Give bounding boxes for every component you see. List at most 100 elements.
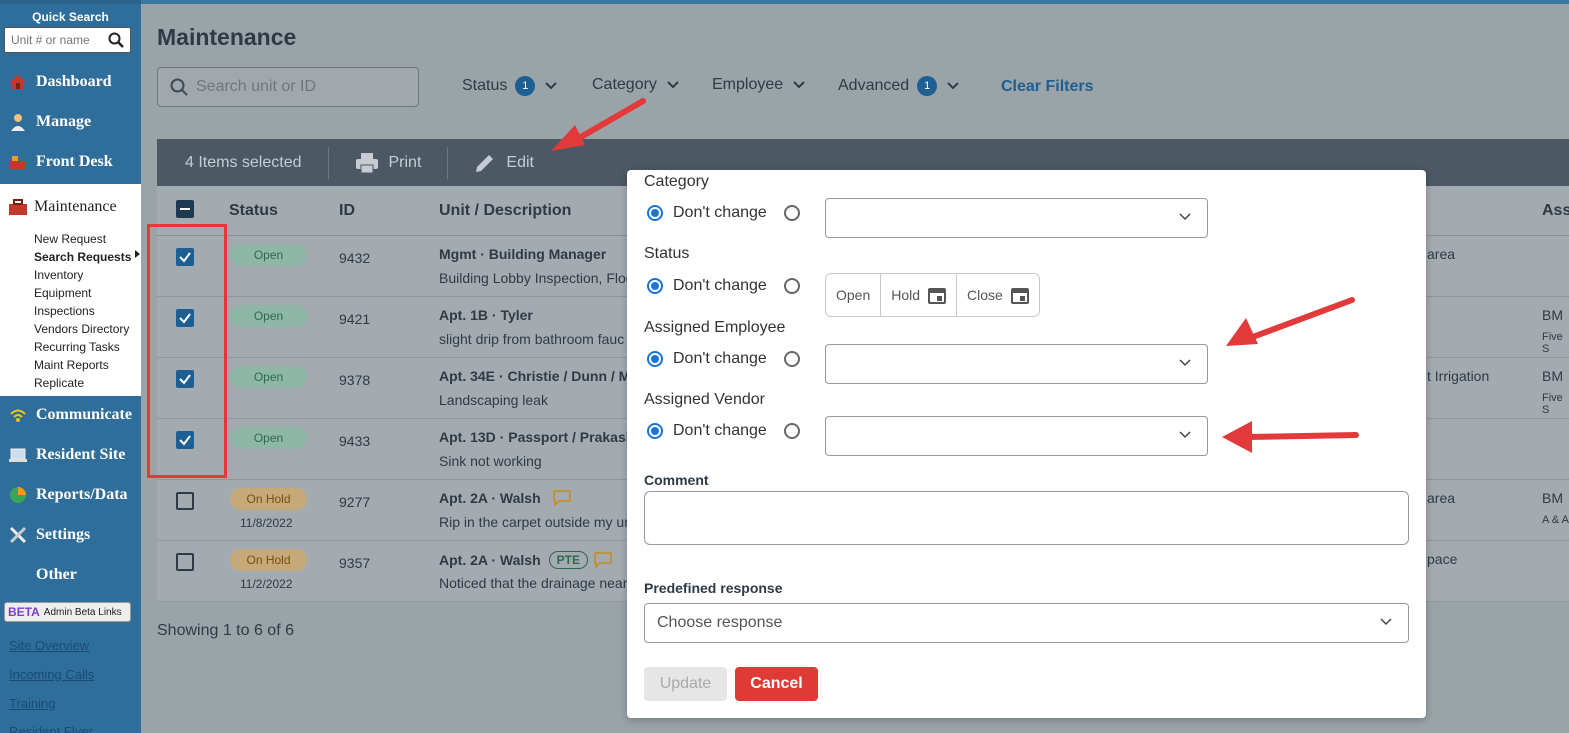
selected-count: 4 Items selected (185, 153, 302, 171)
update-button[interactable]: Update (644, 667, 727, 701)
status-segmented-control: Open Hold Close (825, 273, 1040, 317)
pte-badge: PTE (548, 551, 588, 569)
vendor-dont-change-radio[interactable] (647, 423, 663, 439)
vendor-change-radio[interactable] (784, 423, 800, 439)
filter-advanced-label: Advanced (838, 77, 910, 94)
print-button[interactable]: Print (355, 152, 421, 174)
sub-equipment[interactable]: Equipment (0, 284, 141, 302)
col-id[interactable]: ID (339, 202, 355, 220)
row-desc: Rip in the carpet outside my ur (439, 514, 629, 530)
quick-search-title: Quick Search (32, 10, 109, 24)
search-field[interactable] (157, 67, 419, 107)
employee-change-radio[interactable] (784, 351, 800, 367)
quick-search-box[interactable] (4, 27, 131, 53)
category-select[interactable] (825, 198, 1208, 238)
sub-inventory[interactable]: Inventory (0, 266, 141, 284)
nav-dashboard-label: Dashboard (36, 73, 112, 90)
filter-status[interactable]: Status 1 (462, 76, 558, 96)
row-title[interactable]: Mgmt · Building Manager (439, 246, 606, 262)
row-id: 9277 (339, 494, 371, 510)
sub-maint-reports[interactable]: Maint Reports (0, 356, 141, 374)
comment-icon[interactable] (552, 490, 571, 506)
toolbox-icon (9, 199, 27, 215)
row-title-wrap[interactable]: Apt. 2A · Walsh PTE (439, 551, 612, 569)
link-resident-flyer[interactable]: Resident Flyer (9, 724, 93, 733)
employee-select[interactable] (825, 344, 1208, 384)
chevron-down-icon (793, 81, 805, 89)
filter-category-label: Category (592, 76, 657, 93)
row-desc: Sink not working (439, 453, 542, 469)
status-badge: Open (230, 366, 307, 388)
sub-recurring-tasks[interactable]: Recurring Tasks (0, 338, 141, 356)
chevron-down-icon (1380, 618, 1392, 626)
status-open-label: Open (836, 287, 871, 303)
tools-icon (9, 526, 27, 544)
nav-resident-site[interactable]: Resident Site (0, 436, 141, 474)
nav-reports-data[interactable]: Reports/Data (0, 476, 141, 514)
filter-category[interactable]: Category (592, 76, 679, 94)
link-training[interactable]: Training (9, 696, 55, 711)
nav-settings[interactable]: Settings (0, 516, 141, 554)
row-title-wrap[interactable]: Apt. 2A · Walsh (439, 490, 571, 506)
annotation-arrow-vendor (1222, 421, 1359, 453)
nav-front-desk[interactable]: Front Desk (0, 143, 141, 181)
sub-inspections[interactable]: Inspections (0, 302, 141, 320)
quick-search-input[interactable] (11, 33, 107, 47)
calendar-icon[interactable] (1010, 286, 1029, 304)
cancel-button[interactable]: Cancel (735, 667, 818, 701)
sub-vendors-directory[interactable]: Vendors Directory (0, 320, 141, 338)
link-site-overview[interactable]: Site Overview (9, 638, 89, 653)
pie-chart-icon (10, 487, 26, 503)
link-incoming-calls[interactable]: Incoming Calls (9, 667, 94, 682)
wifi-icon (10, 409, 26, 422)
filter-advanced[interactable]: Advanced 1 (838, 76, 959, 96)
printer-icon (355, 152, 378, 173)
col-status[interactable]: Status (229, 202, 278, 220)
status-change-radio[interactable] (784, 278, 800, 294)
nav-resident-site-label: Resident Site (36, 446, 126, 463)
comment-textarea[interactable] (644, 491, 1409, 545)
edit-button[interactable]: Edit (474, 152, 534, 174)
sub-new-request[interactable]: New Request (0, 230, 141, 248)
clear-filters-link[interactable]: Clear Filters (1001, 78, 1093, 96)
nav-dashboard[interactable]: Dashboard (0, 63, 141, 101)
status-hold-option[interactable]: Hold (881, 274, 958, 316)
search-icon[interactable] (108, 32, 124, 48)
calendar-icon[interactable] (928, 286, 947, 304)
person-icon (11, 114, 25, 131)
nav-maintenance[interactable]: Maintenance (0, 184, 141, 230)
status-open-option[interactable]: Open (826, 274, 882, 316)
status-hold-label: Hold (891, 287, 921, 303)
predefined-response-select[interactable]: Choose response (644, 603, 1409, 643)
search-input[interactable] (196, 78, 406, 96)
filter-employee[interactable]: Employee (712, 76, 805, 94)
sub-search-requests[interactable]: Search Requests (0, 248, 141, 266)
vendor-dont-change-label: Don't change (673, 422, 767, 439)
status-close-option[interactable]: Close (957, 274, 1039, 316)
row-title[interactable]: Apt. 34E · Christie / Dunn / Me (439, 368, 638, 384)
row-checkbox[interactable] (176, 492, 194, 510)
row-desc: Landscaping leak (439, 392, 548, 408)
comment-label: Comment (644, 472, 709, 488)
status-label: Status (644, 245, 690, 262)
house-icon (10, 75, 26, 89)
employee-dont-change-radio[interactable] (647, 351, 663, 367)
col-unit[interactable]: Unit / Description (439, 202, 571, 220)
nav-other[interactable]: Other (0, 556, 141, 594)
nav-communicate[interactable]: Communicate (0, 396, 141, 434)
category-dont-change-radio[interactable] (647, 205, 663, 221)
col-assigned[interactable]: Ass (1542, 202, 1569, 220)
row-title[interactable]: Apt. 1B · Tyler (439, 307, 533, 323)
select-all-checkbox[interactable] (176, 200, 194, 218)
row-checkbox[interactable] (176, 553, 194, 571)
comment-icon[interactable] (594, 552, 612, 568)
nav-manage[interactable]: Manage (0, 103, 141, 141)
category-change-radio[interactable] (784, 205, 800, 221)
row-date: 11/2/2022 (240, 577, 293, 591)
status-dont-change-radio[interactable] (647, 278, 663, 294)
vendor-select[interactable] (825, 416, 1208, 456)
row-title[interactable]: Apt. 13D · Passport / Prakash (439, 429, 634, 445)
row-id: 9432 (339, 250, 371, 266)
beta-links-button[interactable]: BETA Admin Beta Links (4, 602, 131, 622)
sub-replicate[interactable]: Replicate (0, 374, 141, 392)
